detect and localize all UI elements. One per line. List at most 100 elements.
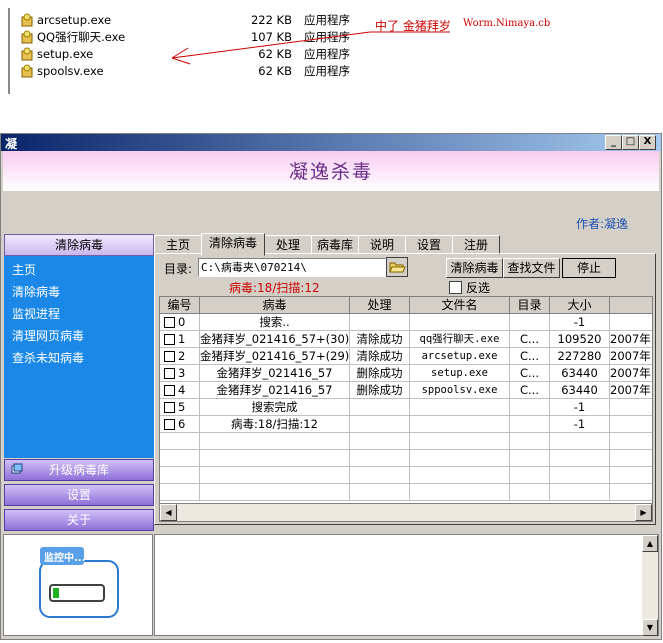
row-number: 4: [178, 383, 186, 397]
vertical-scrollbar[interactable]: ▲ ▼: [642, 535, 658, 636]
setup-icon: [21, 13, 33, 27]
cell-virus: 金猪拜岁_021416_57: [200, 365, 350, 382]
result-table: 编号 病毒 处理 文件名 目录 大小 0 搜索.. -1 1 金猪拜岁_021416_5…: [159, 296, 653, 505]
folder-open-icon: [389, 262, 406, 273]
invert-label: 反选: [466, 281, 491, 295]
tab-process[interactable]: 处理: [264, 235, 312, 255]
annotation-text: 中了 金猪拜岁: [375, 19, 451, 33]
about-button[interactable]: 关于: [4, 509, 154, 531]
row-number: 6: [178, 417, 186, 431]
sidebar-item-unknown[interactable]: 查杀未知病毒: [12, 349, 84, 366]
tab-register[interactable]: 注册: [452, 235, 500, 255]
cell-action: [350, 433, 410, 450]
cell-date: [610, 484, 652, 501]
clear-virus-button[interactable]: 清除病毒: [446, 258, 503, 278]
log-area[interactable]: ▲ ▼: [154, 534, 659, 636]
cell-date: 2007年: [610, 382, 652, 399]
cell-virus: 金猪拜岁_021416_57+(30): [200, 331, 350, 348]
cell-date: [610, 450, 652, 467]
tab-settings[interactable]: 设置: [405, 235, 453, 255]
row-checkbox[interactable]: [164, 351, 175, 362]
setup-icon: [21, 30, 33, 44]
cell-id: [160, 450, 200, 467]
cell-id: 1: [160, 331, 200, 348]
cell-filename: sppoolsv.exe: [410, 382, 510, 399]
cell-date: [610, 467, 652, 484]
col-filename[interactable]: 文件名: [410, 297, 510, 314]
cell-date: 2007年: [610, 331, 652, 348]
cell-virus: 金猪拜岁_021416_57: [200, 382, 350, 399]
tab-home[interactable]: 主页: [154, 235, 202, 255]
col-virus[interactable]: 病毒: [200, 297, 350, 314]
file-name: QQ强行聊天.exe: [37, 30, 126, 44]
col-action[interactable]: 处理: [350, 297, 410, 314]
nav-header[interactable]: 清除病毒: [4, 234, 154, 256]
cell-date: [610, 314, 652, 331]
cell-filename: [410, 433, 510, 450]
row-checkbox[interactable]: [164, 419, 175, 430]
tab-clean[interactable]: 清除病毒: [201, 233, 265, 256]
cell-filename: arcsetup.exe: [410, 348, 510, 365]
cell-id: 6: [160, 416, 200, 433]
cell-virus: [200, 467, 350, 484]
cell-dir: [510, 433, 550, 450]
cell-action: 删除成功: [350, 365, 410, 382]
cell-dir: C...: [510, 365, 550, 382]
scroll-up-icon[interactable]: ▲: [642, 535, 658, 552]
cell-size: [550, 467, 610, 484]
cell-dir: [510, 450, 550, 467]
cell-id: 5: [160, 399, 200, 416]
row-checkbox[interactable]: [164, 317, 175, 328]
dir-input[interactable]: C:\病毒夹\070214\: [198, 258, 386, 277]
app-title: 凝逸杀毒: [288, 161, 373, 183]
upgrade-button[interactable]: 升级病毒库: [4, 459, 154, 481]
cell-size: 227280: [550, 348, 610, 365]
col-date[interactable]: [610, 297, 652, 314]
cell-id: 4: [160, 382, 200, 399]
cell-virus: 金猪拜岁_021416_57+(29): [200, 348, 350, 365]
cell-action: [350, 467, 410, 484]
scroll-right-icon[interactable]: ▶: [635, 504, 652, 521]
cell-size: [550, 450, 610, 467]
browse-button[interactable]: [386, 257, 408, 277]
invert-checkbox[interactable]: [449, 281, 462, 294]
sidebar-item-home[interactable]: 主页: [12, 261, 36, 278]
row-checkbox[interactable]: [164, 334, 175, 345]
row-number: 1: [178, 332, 186, 346]
scan-status: 病毒:18/扫描:12: [229, 281, 320, 295]
stop-button[interactable]: 停止: [562, 258, 616, 278]
cell-action: 清除成功: [350, 331, 410, 348]
col-size[interactable]: 大小: [550, 297, 610, 314]
cell-id: [160, 433, 200, 450]
find-file-button[interactable]: 查找文件: [503, 258, 560, 278]
col-dir[interactable]: 目录: [510, 297, 550, 314]
sidebar-item-monitor[interactable]: 监视进程: [12, 305, 60, 322]
scroll-down-icon[interactable]: ▼: [642, 619, 658, 636]
scroll-left-icon[interactable]: ◀: [160, 504, 177, 521]
cell-size: [550, 484, 610, 501]
cell-date: 2007年: [610, 348, 652, 365]
cell-id: 3: [160, 365, 200, 382]
cell-dir: [510, 467, 550, 484]
tab-help[interactable]: 说明: [358, 235, 406, 255]
cell-virus: [200, 484, 350, 501]
sidebar-item-clean[interactable]: 清除病毒: [12, 283, 60, 300]
cell-filename: [410, 314, 510, 331]
row-checkbox[interactable]: [164, 368, 175, 379]
cell-filename: [410, 399, 510, 416]
app-window: 凝 _ □ X 凝逸杀毒 作者:凝逸 清除病毒 主页 清除病毒 监视进程 清理网…: [0, 133, 662, 640]
cell-virus: [200, 433, 350, 450]
settings-button[interactable]: 设置: [4, 484, 154, 506]
minimize-button[interactable]: _: [605, 135, 622, 150]
tab-virus-db[interactable]: 病毒库: [311, 235, 359, 255]
col-id[interactable]: 编号: [160, 297, 200, 314]
cell-filename: [410, 467, 510, 484]
sidebar-item-web-clean[interactable]: 清理网页病毒: [12, 327, 84, 344]
maximize-button[interactable]: □: [622, 135, 639, 150]
row-checkbox[interactable]: [164, 385, 175, 396]
horizontal-scrollbar[interactable]: ◀ ▶: [159, 503, 653, 522]
close-button[interactable]: X: [639, 135, 656, 150]
cell-action: 删除成功: [350, 382, 410, 399]
cell-date: [610, 399, 652, 416]
row-checkbox[interactable]: [164, 402, 175, 413]
